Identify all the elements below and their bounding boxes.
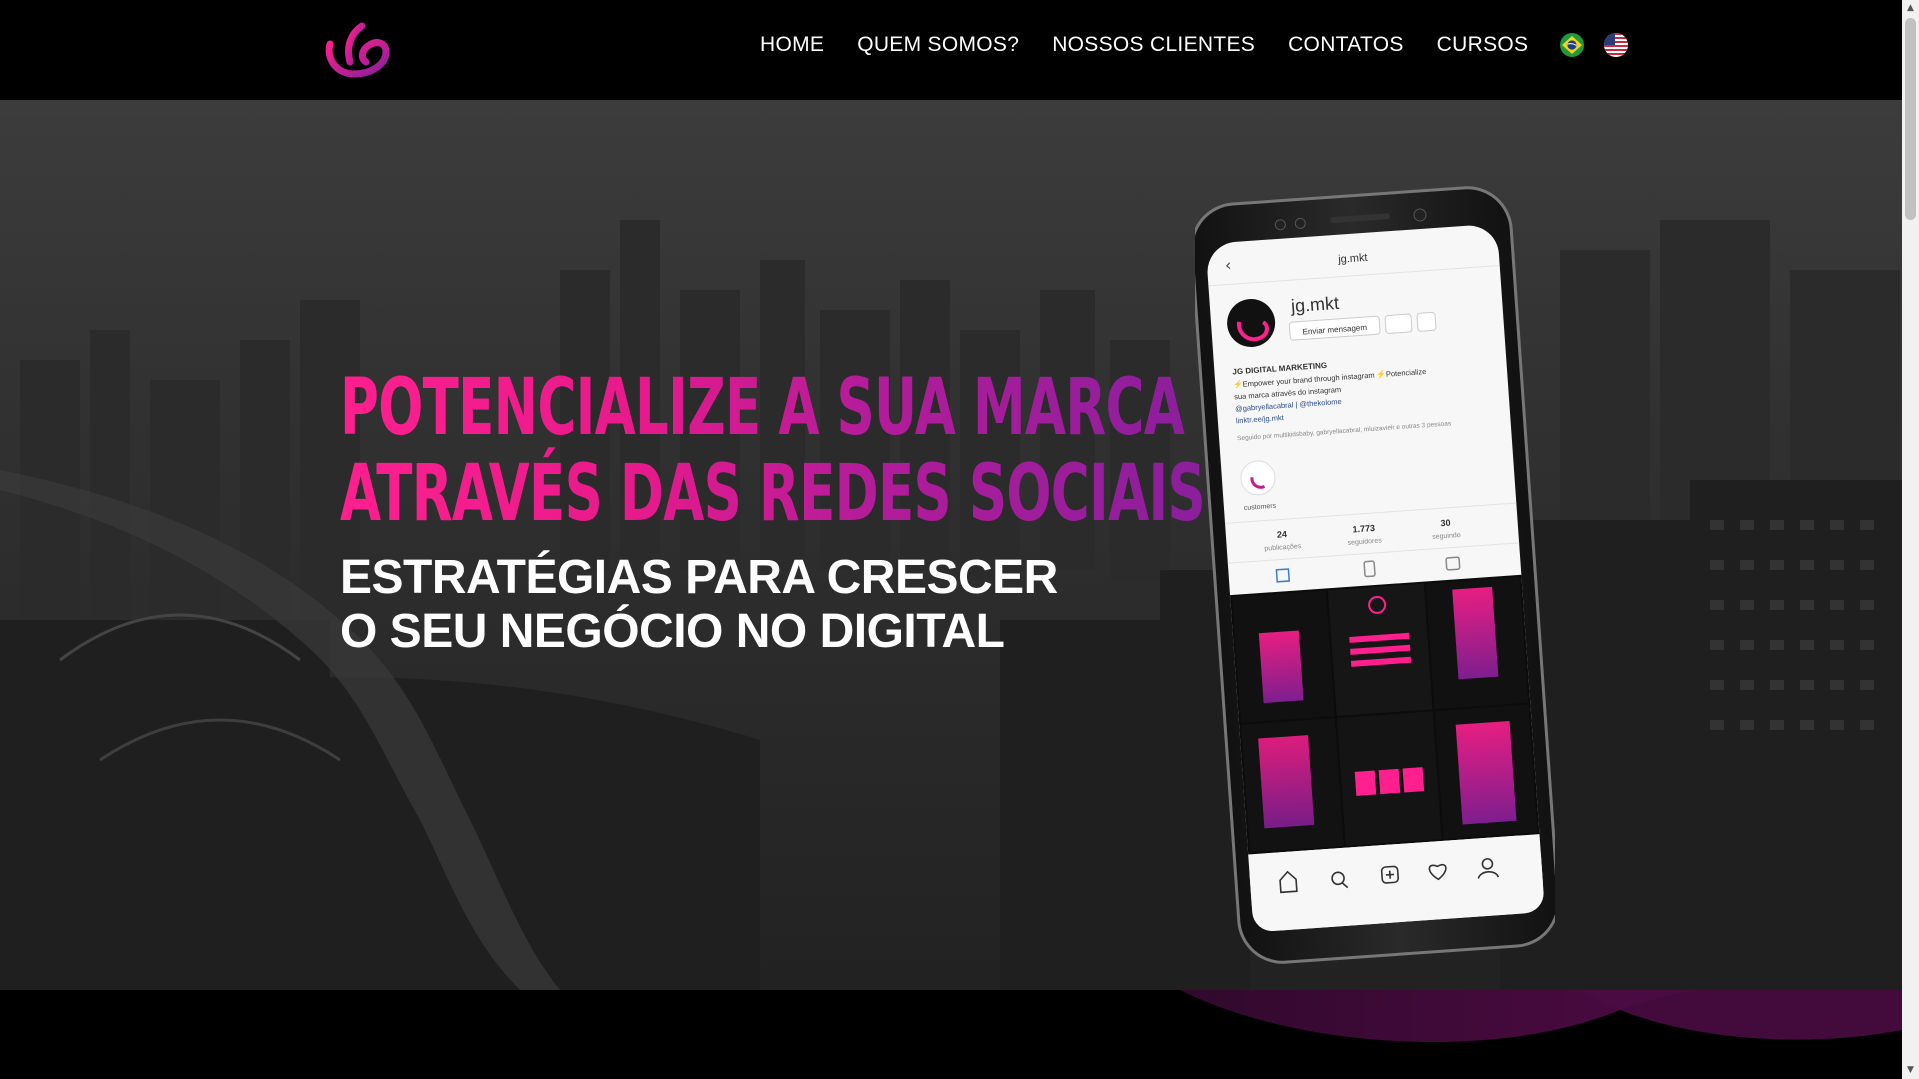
purple-wave-decoration: [1180, 990, 1902, 1043]
hero-subheadline-line1: ESTRATÉGIAS PARA CRESCER: [340, 551, 1058, 604]
hero-subheadline: ESTRATÉGIAS PARA CRESCER O SEU NEGÓCIO N…: [340, 551, 1058, 659]
brazil-flag-icon[interactable]: [1560, 33, 1585, 57]
phone-header-title: jg.mkt: [1337, 252, 1368, 266]
page-scrollbar[interactable]: ▲ ▼: [1902, 0, 1919, 1079]
instagram-phone-mockup: ‹ jg.mkt jg.mkt Enviar mensagem JG DIGIT…: [1195, 186, 1555, 964]
next-section-preview: [0, 990, 1902, 1079]
hero-headline: POTENCIALIZE A SUA MARCA ATRAVÉS DAS RED…: [340, 365, 1205, 537]
city-background-image: [0, 100, 1902, 990]
hero-headline-line2: ATRAVÉS DAS REDES SOCIAIS: [340, 449, 1206, 539]
usa-flag-icon[interactable]: [1604, 33, 1629, 57]
phone-stat-followers-value: 1.773: [1352, 523, 1375, 535]
site-header: HOME QUEM SOMOS? NOSSOS CLIENTES CONTATO…: [0, 0, 1902, 100]
nav-quem-somos[interactable]: QUEM SOMOS?: [857, 28, 1019, 62]
hero-section: POTENCIALIZE A SUA MARCA ATRAVÉS DAS RED…: [0, 100, 1902, 990]
hero-headline-line1: POTENCIALIZE A SUA MARCA: [340, 363, 1185, 453]
scroll-thumb[interactable]: [1905, 18, 1916, 220]
phone-stat-posts-value: 24: [1277, 529, 1288, 540]
scroll-up-arrow-icon[interactable]: ▲: [1902, 0, 1919, 17]
nav-contatos[interactable]: CONTATOS: [1288, 28, 1404, 62]
jg-logo-icon[interactable]: [320, 18, 400, 80]
nav-home[interactable]: HOME: [760, 28, 824, 62]
phone-stat-following-value: 30: [1440, 518, 1451, 529]
hero-subheadline-line2: O SEU NEGÓCIO NO DIGITAL: [340, 605, 1005, 658]
scroll-down-arrow-icon[interactable]: ▼: [1902, 1062, 1919, 1079]
phone-username: jg.mkt: [1289, 293, 1339, 316]
main-nav: HOME QUEM SOMOS? NOSSOS CLIENTES CONTATO…: [760, 28, 1629, 62]
svg-text:‹: ‹: [1224, 255, 1232, 274]
nav-nossos-clientes[interactable]: NOSSOS CLIENTES: [1052, 28, 1255, 62]
nav-cursos[interactable]: CURSOS: [1437, 28, 1529, 62]
